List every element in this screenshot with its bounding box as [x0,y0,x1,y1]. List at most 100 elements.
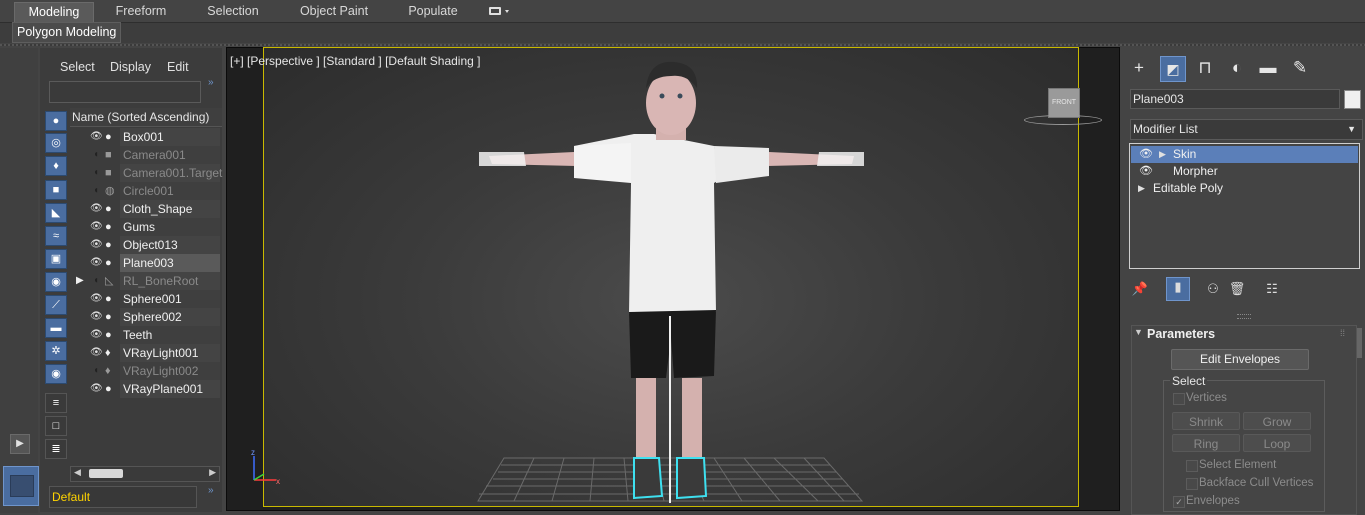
display-tab[interactable]: ▬ [1257,58,1279,78]
modifier-list-dropdown[interactable]: Modifier List ▼ [1130,119,1363,140]
tab-object-paint[interactable]: Object Paint [290,2,378,21]
select-element-checkbox[interactable] [1186,460,1198,472]
scene-list-item[interactable]: 👁 ● Teeth [70,326,220,344]
scene-list-item[interactable]: 👁 ● Sphere002 [70,308,220,326]
filter-spacewarps-button[interactable]: ≈ [45,226,67,246]
ring-button[interactable]: Ring [1172,434,1240,452]
scene-list-item[interactable]: 👁 ● Sphere001 [70,290,220,308]
scene-list-item[interactable]: 👁 ● Gums [70,218,220,236]
visibility-eye-icon[interactable]: 👁 [90,383,103,395]
filter-lights-button[interactable]: ♦ [45,156,67,176]
viewcube-ring[interactable] [1024,115,1102,125]
scene-list-item[interactable]: ▶ ◖ ◺ RL_BoneRoot [70,272,220,290]
motion-tab[interactable]: ◐ [1226,58,1248,78]
filter-xrefs-button[interactable]: ◉ [45,272,67,292]
scene-list-item[interactable]: 👁 ● Plane003 [70,254,220,272]
expand-triangle-icon[interactable]: ▶ [1138,180,1145,197]
filter-particles-button[interactable]: ✲ [45,341,67,361]
resize-handle[interactable] [1237,314,1251,319]
remove-modifier-button[interactable]: 🗑 [1227,280,1247,298]
filter-shapes-button[interactable]: ◎ [45,133,67,153]
scroll-thumb[interactable] [89,469,123,478]
scene-list-item[interactable]: ◖ ■ Camera001.Target [70,164,222,182]
expand-icon[interactable]: » [208,77,214,88]
visibility-eye-icon[interactable]: 👁 [90,203,103,215]
filter-bones-button[interactable]: ⟋ [45,295,67,315]
visibility-eye-icon[interactable]: ◖ [90,167,102,179]
utilities-tab[interactable]: ✎ [1289,58,1311,78]
stack-item-editable-poly[interactable]: ▶ Editable Poly [1131,180,1358,197]
visibility-eye-icon[interactable]: 👁 [90,293,103,305]
scene-list-item[interactable]: ◖ ♦ VRayLight002 [70,362,220,380]
visibility-eye-icon[interactable]: 👁 [90,329,103,341]
configure-sets-button[interactable]: ☷ [1262,280,1282,298]
filter-helpers-button[interactable]: ◣ [45,203,67,223]
scene-list-item[interactable]: 👁 ♦ VRayLight001 [70,344,220,362]
create-tab[interactable]: + [1128,58,1150,78]
filter-geometry-button[interactable]: ● [45,111,67,131]
scene-list-item[interactable]: 👁 ● Object013 [70,236,220,254]
scene-list-item[interactable]: 👁 ● Cloth_Shape [70,200,220,218]
show-end-result-button[interactable]: ▮ [1166,277,1190,301]
backface-cull-checkbox[interactable] [1186,478,1198,490]
visibility-eye-icon[interactable]: ◖ [90,275,102,287]
stack-item-morpher[interactable]: 👁 Morpher [1131,163,1358,180]
tab-selection[interactable]: Selection [198,2,268,21]
menu-edit[interactable]: Edit [167,60,189,74]
pin-stack-button[interactable]: 📌 [1130,280,1150,298]
visibility-eye-icon[interactable]: 👁 [90,239,103,251]
expand-triangle-icon[interactable]: ▶ [1159,146,1166,163]
column-header-name[interactable]: Name (Sorted Ascending) [70,108,222,127]
parameters-title[interactable]: Parameters [1147,327,1215,341]
scene-list-item[interactable]: 👁 ● VRayPlane001 [70,380,220,398]
menu-display[interactable]: Display [110,60,151,74]
visibility-eye-icon[interactable]: 👁 [90,311,103,323]
filter-cameras-button[interactable]: ■ [45,180,67,200]
layer-dropdown[interactable]: Default [49,486,197,508]
visibility-eye-icon[interactable]: ◖ [90,365,102,377]
visibility-eye-icon[interactable]: 👁 [90,347,103,359]
scroll-left-icon[interactable]: ◀ [74,467,81,478]
panel-scrollbar[interactable] [1357,328,1362,358]
eye-icon[interactable]: 👁 [1139,163,1153,180]
viewport-layout-button[interactable] [3,466,39,506]
filter-containers-button[interactable]: ▬ [45,318,67,338]
search-input[interactable] [49,81,201,103]
hierarchy-tab[interactable]: ⊓ [1194,58,1216,78]
sort-button[interactable]: □ [45,416,67,436]
viewcube[interactable]: FRONT [1048,88,1080,118]
visibility-eye-icon[interactable]: 👁 [90,221,103,233]
shrink-button[interactable]: Shrink [1172,412,1240,430]
visibility-eye-icon[interactable]: ◖ [90,149,102,161]
visibility-eye-icon[interactable]: 👁 [90,257,103,269]
collapse-triangle-icon[interactable]: ▼ [1134,327,1143,337]
scene-list-item[interactable]: ◖ ◍ Circle001 [70,182,220,200]
vertices-checkbox[interactable] [1173,393,1185,405]
make-unique-button[interactable]: ⚇ [1203,280,1223,298]
scroll-right-icon[interactable]: ▶ [209,467,216,478]
layer-manager-button[interactable]: ≡ [45,393,67,413]
menu-select[interactable]: Select [60,60,95,74]
tab-modeling[interactable]: Modeling [14,2,94,22]
polygon-modeling-tab[interactable]: Polygon Modeling [12,22,122,43]
stack-item-skin[interactable]: 👁 ▶ Skin [1131,146,1358,163]
scene-list-item[interactable]: ◖ ■ Camera001 [70,146,220,164]
edit-envelopes-button[interactable]: Edit Envelopes [1171,349,1309,370]
viewport-label[interactable]: [+] [Perspective ] [Standard ] [Default … [230,54,480,68]
tab-populate[interactable]: Populate [400,2,466,21]
horizontal-scrollbar[interactable]: ◀ ▶ [70,466,220,482]
display-hidden-button[interactable]: ◉ [45,364,67,384]
filter-groups-button[interactable]: ▣ [45,249,67,269]
visibility-eye-icon[interactable]: ◖ [90,185,102,197]
tab-freeform[interactable]: Freeform [105,2,177,21]
grow-button[interactable]: Grow [1243,412,1311,430]
expand-icon[interactable]: » [208,485,214,496]
eye-icon[interactable]: 👁 [1139,146,1153,163]
object-color-swatch[interactable] [1344,90,1361,109]
expand-arrow-button[interactable]: ▶ [10,434,30,454]
ribbon-options-dropdown[interactable] [488,6,512,18]
properties-button[interactable]: ≣ [45,439,67,459]
scene-list-item[interactable]: 👁 ● Box001 [70,128,220,146]
envelopes-checkbox[interactable]: ✓ [1173,496,1185,508]
loop-button[interactable]: Loop [1243,434,1311,452]
